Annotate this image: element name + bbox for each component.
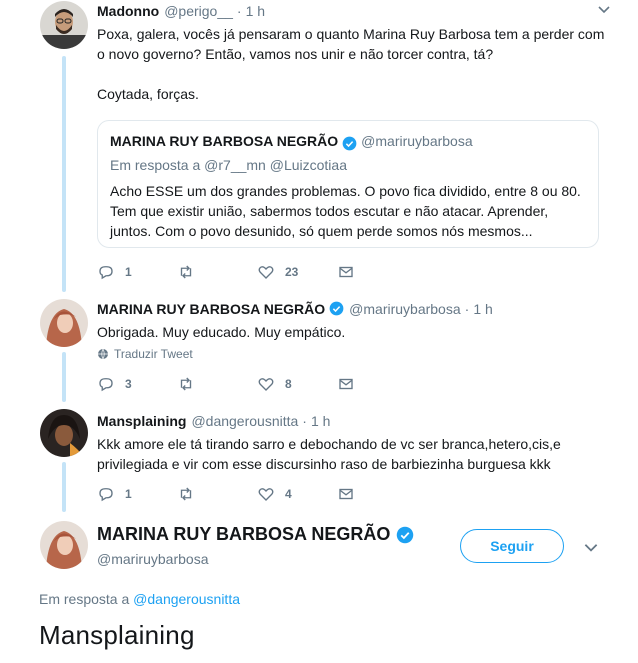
reply-icon (99, 266, 113, 280)
translate-label: Traduzir Tweet (114, 347, 193, 361)
reply-context: Em resposta a @dangerousnitta (39, 591, 240, 607)
reply-context: Em resposta a @r7__mn @Luizcotiaa (110, 157, 588, 173)
author-handle[interactable]: @dangerousnitta (191, 411, 298, 431)
quote-text: Acho ESSE um dos grandes problemas. O po… (110, 181, 588, 241)
reply-prefix: Em resposta a (110, 157, 201, 173)
like-count: 4 (285, 487, 292, 501)
follow-button[interactable]: Seguir (460, 529, 564, 563)
reply-icon (99, 378, 113, 392)
author-handle[interactable]: @mariruybarbosa (349, 299, 460, 319)
like-button[interactable]: 4 (257, 485, 337, 503)
author-name[interactable]: Madonno (97, 1, 159, 21)
retweet-icon (180, 265, 192, 279)
tweet-text-line: privilegiada e vir com esse discursinho … (97, 456, 551, 472)
main-author-name-text: MARINA RUY BARBOSA NEGRÃO (97, 524, 391, 544)
like-count: 8 (285, 377, 292, 391)
reply-button[interactable]: 1 (97, 485, 177, 503)
reply-icon (99, 488, 113, 502)
message-button[interactable] (337, 263, 417, 281)
main-author-name[interactable]: MARINA RUY BARBOSA NEGRÃO (97, 524, 414, 545)
quoted-tweet[interactable]: MARINA RUY BARBOSA NEGRÃO @mariruybarbos… (97, 120, 599, 248)
tweet: Mansplaining @dangerousnitta · 1 h Kkk a… (97, 411, 614, 474)
tweet-text-line: Coytada, forças. (97, 86, 199, 102)
tweet-header: Madonno @perigo__ · 1 h (97, 1, 614, 21)
envelope-icon (339, 378, 353, 390)
separator-dot: · (236, 3, 242, 19)
envelope-icon (339, 488, 353, 500)
tweet: Madonno @perigo__ · 1 h Poxa, galera, vo… (97, 1, 614, 104)
avatar[interactable] (40, 1, 88, 49)
main-author-handle[interactable]: @mariruybarbosa (97, 551, 208, 567)
timestamp[interactable]: 1 h (473, 299, 492, 319)
tweet-text-line: o novo governo? Então, vamos nos unir e … (97, 46, 494, 62)
tweet-text-line: Poxa, galera, vocês já pensaram o quanto… (97, 26, 605, 42)
reply-prefix: Em resposta a (39, 591, 130, 607)
reply-mention: @Luizcotiaa (269, 157, 347, 173)
retweet-button[interactable] (177, 375, 257, 393)
reply-count: 1 (125, 487, 132, 501)
heart-icon (258, 488, 274, 501)
retweet-button[interactable] (177, 263, 257, 281)
quote-text-line: juntos. Com o povo desunido, só quem per… (110, 223, 533, 239)
thread-line (62, 462, 66, 512)
separator-dot: · (302, 413, 307, 429)
reply-count: 3 (125, 377, 132, 391)
message-button[interactable] (337, 485, 417, 503)
quote-header: MARINA RUY BARBOSA NEGRÃO @mariruybarbos… (110, 133, 588, 150)
main-tweet-text: Mansplaining (39, 620, 195, 650)
reply-mention[interactable]: @dangerousnitta (133, 591, 240, 607)
heart-icon (258, 266, 274, 279)
tweet-text: Kkk amore ele tá tirando sarro e debocha… (97, 434, 614, 474)
tweet-actions: 1 4 (97, 484, 417, 504)
tweet: MARINA RUY BARBOSA NEGRÃO @mariruybarbos… (97, 299, 614, 342)
message-button[interactable] (337, 375, 417, 393)
retweet-icon (180, 377, 192, 391)
reply-count: 1 (125, 265, 132, 279)
thread-line (62, 56, 66, 292)
timestamp[interactable]: 1 h (246, 1, 265, 21)
like-count: 23 (285, 265, 299, 279)
quote-author-name: MARINA RUY BARBOSA NEGRÃO (110, 133, 339, 149)
retweet-icon (180, 487, 192, 501)
thread-line (62, 352, 66, 402)
tweet-header: Mansplaining @dangerousnitta · 1 h (97, 411, 614, 431)
reply-mention: @r7__mn (204, 157, 266, 173)
quote-author-handle: @mariruybarbosa (361, 133, 473, 149)
quote-text-line: Acho ESSE um dos grandes problemas. O po… (110, 183, 581, 199)
tweet-text: Poxa, galera, vocês já pensaram o quanto… (97, 24, 614, 104)
globe-icon (98, 348, 108, 360)
verified-icon (329, 301, 344, 316)
verified-icon (397, 526, 414, 543)
avatar[interactable] (40, 521, 88, 569)
tweet-header: MARINA RUY BARBOSA NEGRÃO @mariruybarbos… (97, 299, 614, 319)
separator-dot: · (464, 301, 470, 317)
tweet-actions: 3 8 (97, 374, 417, 394)
retweet-button[interactable] (177, 485, 257, 503)
reply-button[interactable]: 3 (97, 375, 177, 393)
author-name[interactable]: Mansplaining (97, 411, 186, 431)
chevron-down-icon[interactable] (596, 1, 612, 17)
tweet-text-line: Kkk amore ele tá tirando sarro e debocha… (97, 436, 561, 452)
quote-text-line: Tem que existir união, sabermos todos es… (110, 203, 549, 219)
verified-icon (342, 136, 357, 150)
translate-tweet-link[interactable]: Traduzir Tweet (97, 347, 193, 361)
heart-icon (258, 378, 274, 391)
like-button[interactable]: 8 (257, 375, 337, 393)
like-button[interactable]: 23 (257, 263, 337, 281)
author-handle[interactable]: @perigo__ (164, 1, 233, 21)
author-name[interactable]: MARINA RUY BARBOSA NEGRÃO (97, 299, 325, 319)
timestamp[interactable]: 1 h (311, 411, 330, 431)
avatar[interactable] (40, 409, 88, 457)
tweet-text: Obrigada. Muy educado. Muy empático. (97, 324, 346, 340)
avatar[interactable] (40, 299, 88, 347)
reply-button[interactable]: 1 (97, 263, 177, 281)
envelope-icon (339, 266, 353, 278)
chevron-down-icon[interactable] (582, 538, 600, 556)
tweet-actions: 1 23 (97, 262, 417, 282)
